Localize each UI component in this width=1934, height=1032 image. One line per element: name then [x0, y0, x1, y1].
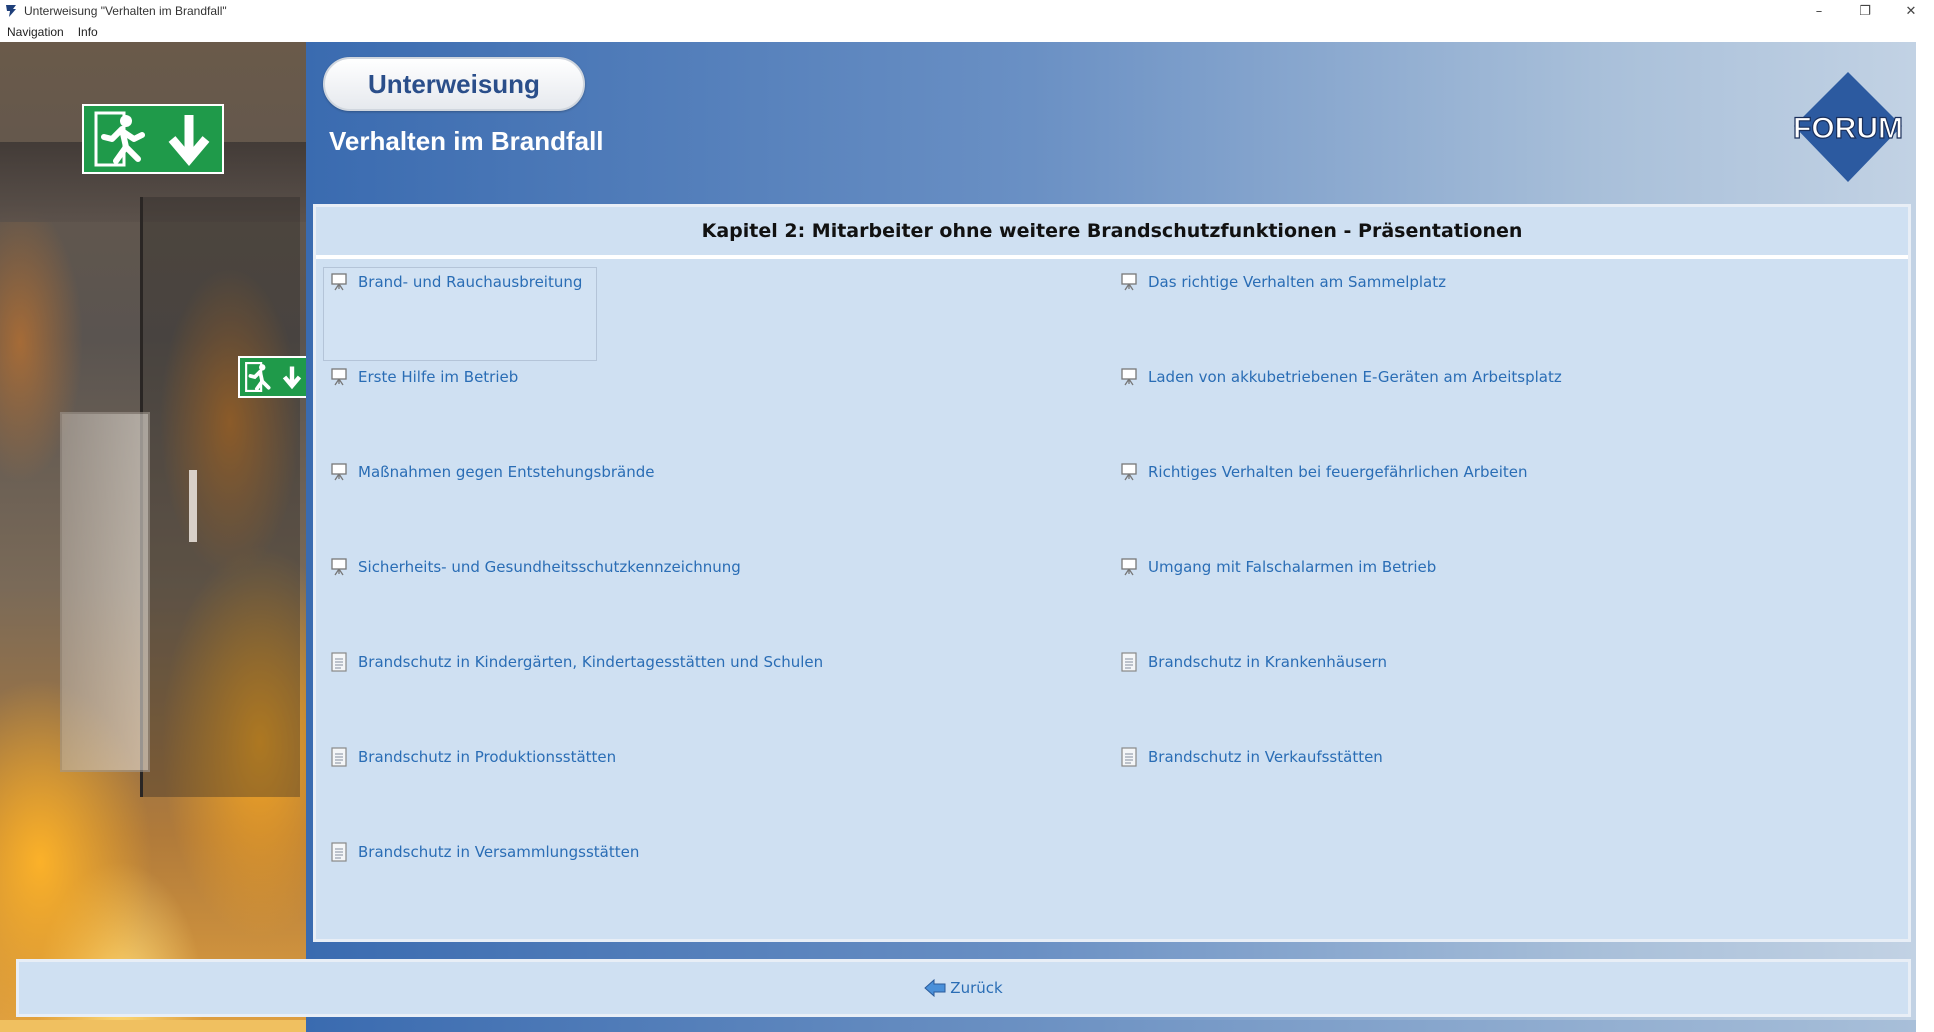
- presentation-icon: [1121, 463, 1137, 481]
- decorative-fire-image: [0, 42, 306, 1032]
- chapter-header: Kapitel 2: Mitarbeiter ohne weitere Bran…: [316, 207, 1908, 259]
- running-man-small-icon: [244, 362, 271, 392]
- link-erste-hilfe[interactable]: Erste Hilfe im Betrieb: [330, 362, 518, 392]
- image-door-handle: [189, 470, 197, 542]
- content-panel: Kapitel 2: Mitarbeiter ohne weitere Bran…: [313, 204, 1911, 942]
- link-label: Laden von akkubetriebenen E-Geräten am A…: [1148, 368, 1562, 386]
- forum-logo-icon: FORUM: [1792, 72, 1904, 182]
- chapter-title: Kapitel 2: Mitarbeiter ohne weitere Bran…: [701, 220, 1523, 242]
- app-icon: [6, 5, 16, 17]
- back-button-label: Zurück: [950, 979, 1003, 997]
- link-sammelplatz[interactable]: Das richtige Verhalten am Sammelplatz: [1120, 267, 1446, 297]
- link-label: Brandschutz in Kindergärten, Kindertages…: [358, 653, 824, 671]
- link-massnahmen-entstehungsbraende[interactable]: Maßnahmen gegen Entstehungsbrände: [330, 457, 654, 487]
- exit-sign-icon: [82, 104, 224, 174]
- presentation-icon: [331, 368, 347, 386]
- presentation-icon: [331, 273, 347, 291]
- presentation-icon: [1121, 368, 1137, 386]
- link-label: Umgang mit Falschalarmen im Betrieb: [1148, 558, 1437, 576]
- menu-navigation[interactable]: Navigation: [0, 22, 71, 42]
- image-bottom-strip: [0, 1020, 306, 1032]
- link-falschalarme[interactable]: Umgang mit Falschalarmen im Betrieb: [1120, 552, 1436, 582]
- document-icon: [331, 747, 347, 767]
- link-label: Brandschutz in Versammlungsstätten: [358, 843, 640, 861]
- window-titlebar: Unterweisung "Verhalten im Brandfall" – …: [0, 0, 1934, 22]
- link-label: Brandschutz in Produktionsstätten: [358, 748, 617, 766]
- minimize-button[interactable]: –: [1796, 0, 1842, 22]
- presentation-icon: [331, 463, 347, 481]
- link-brand-rauchausbreitung[interactable]: Brand- und Rauchausbreitung: [330, 267, 582, 297]
- app-bottom-strip: [306, 1020, 1916, 1032]
- menu-bar: Navigation Info: [0, 22, 1934, 42]
- link-akkugeraete[interactable]: Laden von akkubetriebenen E-Geräten am A…: [1120, 362, 1562, 392]
- link-label: Maßnahmen gegen Entstehungsbrände: [358, 463, 655, 481]
- window-title: Unterweisung "Verhalten im Brandfall": [24, 4, 227, 18]
- header-pill: Unterweisung: [323, 57, 585, 111]
- link-verkaufsstaetten[interactable]: Brandschutz in Verkaufsstätten: [1120, 742, 1383, 772]
- link-label: Richtiges Verhalten bei feuergefährliche…: [1148, 463, 1528, 481]
- page-title: Verhalten im Brandfall: [329, 126, 604, 156]
- maximize-button[interactable]: ❐: [1842, 0, 1888, 22]
- window-controls: – ❐ ✕: [1796, 0, 1934, 22]
- link-label: Erste Hilfe im Betrieb: [358, 368, 519, 386]
- link-krankenhaeuser[interactable]: Brandschutz in Krankenhäusern: [1120, 647, 1387, 677]
- link-label: Brand- und Rauchausbreitung: [358, 273, 583, 291]
- link-label: Brandschutz in Verkaufsstätten: [1148, 748, 1383, 766]
- close-button[interactable]: ✕: [1888, 0, 1934, 22]
- link-label: Brandschutz in Krankenhäusern: [1148, 653, 1387, 671]
- link-kindergaerten[interactable]: Brandschutz in Kindergärten, Kindertages…: [330, 647, 823, 677]
- image-door-frame: [140, 197, 300, 797]
- exit-sign-small-icon: [238, 356, 306, 398]
- back-button[interactable]: Zurück: [924, 979, 1003, 997]
- link-label: Sicherheits- und Gesundheitsschutzkennze…: [358, 558, 741, 576]
- link-versammlungsstaetten[interactable]: Brandschutz in Versammlungsstätten: [330, 837, 639, 867]
- image-door: [60, 412, 150, 772]
- document-icon: [1121, 747, 1137, 767]
- arrow-left-icon: [924, 979, 946, 997]
- link-sicherheitskennzeichnung[interactable]: Sicherheits- und Gesundheitsschutzkennze…: [330, 552, 741, 582]
- document-icon: [331, 842, 347, 862]
- link-feuergefaehrliche-arbeiten[interactable]: Richtiges Verhalten bei feuergefährliche…: [1120, 457, 1528, 487]
- presentation-icon: [331, 558, 347, 576]
- running-man-icon: [94, 111, 145, 167]
- document-icon: [1121, 652, 1137, 672]
- presentation-icon: [1121, 558, 1137, 576]
- link-produktionsstaetten[interactable]: Brandschutz in Produktionsstätten: [330, 742, 616, 772]
- menu-info[interactable]: Info: [71, 22, 105, 42]
- arrow-down-small-icon: [282, 366, 301, 390]
- presentation-icon: [1121, 273, 1137, 291]
- footer-bar: Zurück: [16, 959, 1911, 1017]
- document-icon: [331, 652, 347, 672]
- arrow-down-icon: [168, 115, 210, 166]
- link-label: Das richtige Verhalten am Sammelplatz: [1148, 273, 1447, 291]
- header-pill-label: Unterweisung: [368, 68, 540, 99]
- logo-text: FORUM: [1793, 112, 1903, 145]
